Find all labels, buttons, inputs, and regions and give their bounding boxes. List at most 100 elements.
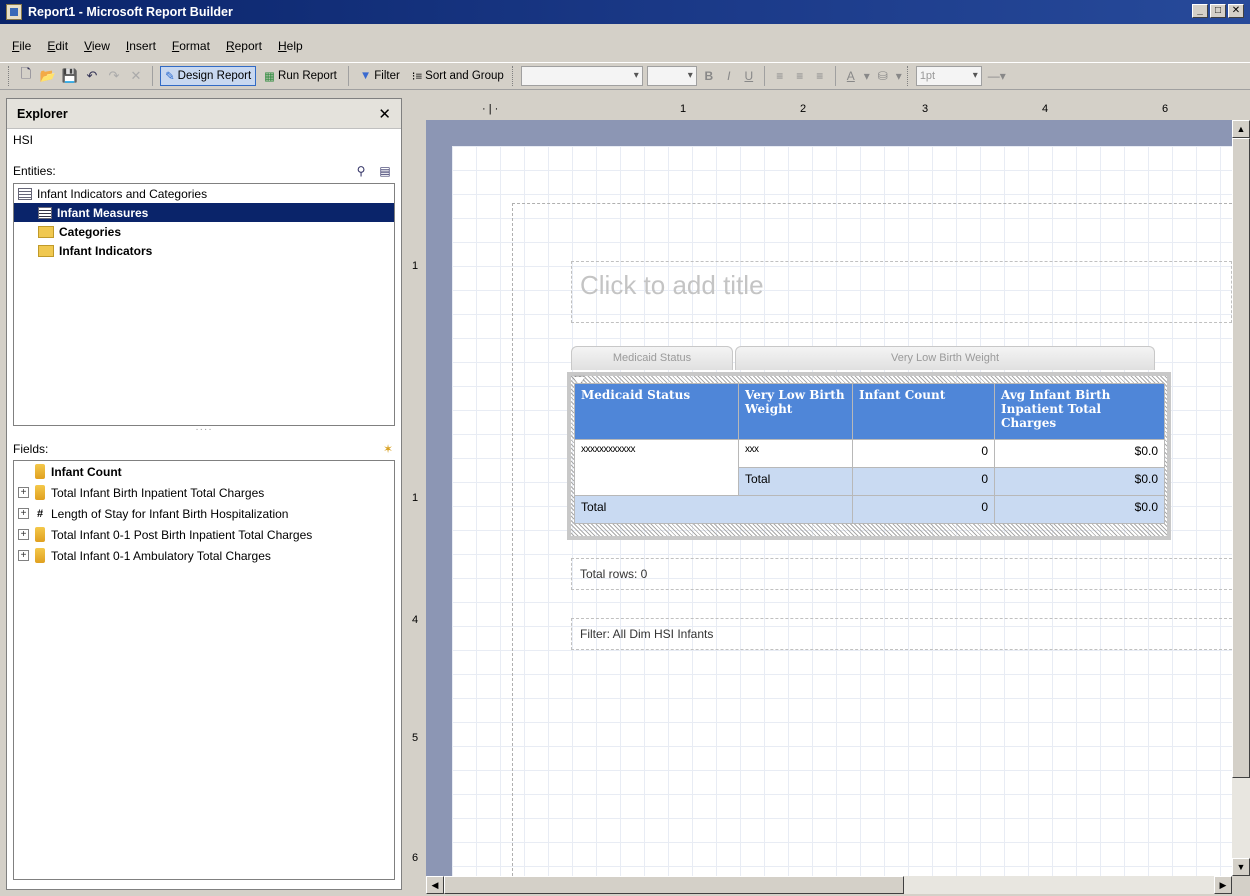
delete-icon[interactable]: ✕ [127, 67, 145, 85]
menu-edit[interactable]: Edit [39, 39, 76, 53]
expand-icon[interactable]: + [18, 550, 29, 561]
table-cell[interactable]: xxx [738, 439, 853, 468]
entities-label: Entities: [13, 164, 56, 178]
new-field-icon[interactable]: ✶ [383, 442, 393, 456]
scroll-down-icon[interactable]: ▼ [1232, 858, 1250, 876]
resize-grip[interactable] [1232, 876, 1250, 896]
filter-button[interactable]: ▼ Filter [356, 68, 404, 84]
align-left-icon[interactable]: ≡ [772, 69, 788, 83]
field-item[interactable]: + Total Infant Birth Inpatient Total Cha… [14, 482, 394, 503]
italic-icon[interactable]: I [721, 69, 737, 83]
toolbar-grip[interactable] [8, 66, 11, 86]
design-report-label: Design Report [177, 70, 252, 82]
bold-icon[interactable]: B [701, 69, 717, 83]
header-cell[interactable]: Very Low Birth Weight [738, 383, 853, 440]
table-cell[interactable]: $0.0 [994, 467, 1165, 496]
table-cell[interactable]: $0.0 [994, 439, 1165, 468]
save-icon[interactable]: 💾 [61, 67, 79, 85]
menu-help[interactable]: Help [270, 39, 311, 53]
panel-splitter[interactable]: ···· [7, 425, 401, 438]
vertical-scroll-thumb[interactable] [1232, 138, 1250, 778]
ruler-label: 1 [411, 260, 419, 272]
sort-group-icon: ⁝≡ [411, 71, 423, 83]
sort-and-group-button[interactable]: ⁝≡ Sort and Group [408, 67, 508, 85]
field-item[interactable]: + Total Infant 0-1 Ambulatory Total Char… [14, 545, 394, 566]
expand-icon[interactable]: + [18, 487, 29, 498]
design-report-button[interactable]: ✎ Design Report [160, 66, 257, 86]
total-rows-textbox[interactable]: Total rows: 0 [571, 558, 1232, 590]
font-name-combo[interactable] [520, 66, 643, 86]
redo-icon[interactable]: ↷ [105, 67, 123, 85]
line-style-icon[interactable]: —▾ [986, 69, 1008, 83]
aggregate-field-icon [35, 464, 45, 479]
toolbar-grip[interactable] [511, 66, 515, 86]
entity-properties-icon[interactable]: ▤ [377, 163, 393, 179]
numeric-field-icon: # [36, 507, 44, 520]
scroll-up-icon[interactable]: ▲ [1232, 120, 1250, 138]
menu-report[interactable]: Report [218, 39, 270, 53]
table-cell[interactable]: 0 [852, 439, 995, 468]
fill-color-dropdown-icon[interactable]: ▾ [895, 69, 903, 83]
entity-infant-indicators[interactable]: Infant Indicators [14, 241, 394, 260]
entity-categories[interactable]: Categories [14, 222, 394, 241]
aggregate-field-icon [35, 485, 45, 500]
table-cell[interactable]: $0.0 [994, 495, 1165, 524]
menu-view[interactable]: View [76, 39, 118, 53]
line-width-combo[interactable]: 1pt [915, 66, 982, 86]
search-icon[interactable]: ⚲ [353, 163, 369, 179]
fields-list: Infant Count + Total Infant Birth Inpati… [13, 460, 395, 880]
header-cell[interactable]: Infant Count [852, 383, 995, 440]
minimize-button[interactable]: _ [1192, 4, 1208, 18]
align-center-icon[interactable]: ≡ [792, 69, 808, 83]
menu-file[interactable]: File [4, 39, 39, 53]
underline-icon[interactable]: U [741, 69, 757, 83]
field-item[interactable]: + Total Infant 0-1 Post Birth Inpatient … [14, 524, 394, 545]
column-group-header[interactable]: Very Low Birth Weight [735, 346, 1155, 370]
scroll-right-icon[interactable]: ▶ [1214, 876, 1232, 894]
header-cell[interactable]: Medicaid Status [574, 383, 739, 440]
entity-infant-measures[interactable]: Infant Measures [14, 203, 394, 222]
font-color-icon[interactable]: A [843, 69, 859, 83]
table-cell[interactable]: xxxxxxxxxxxx [574, 439, 739, 496]
scroll-left-icon[interactable]: ◀ [426, 876, 444, 894]
field-item[interactable]: Infant Count [14, 461, 394, 482]
fill-color-icon[interactable]: ⛁ [875, 69, 891, 83]
table-cell[interactable]: 0 [852, 467, 995, 496]
run-report-button[interactable]: ▦ Run Report [260, 67, 341, 85]
entity-root[interactable]: Infant Indicators and Categories [14, 184, 394, 203]
report-page[interactable]: Click to add title Medicaid Status Very … [452, 146, 1232, 876]
expand-icon[interactable]: + [18, 508, 29, 519]
new-report-icon[interactable]: 🗋 [17, 66, 35, 85]
header-cell[interactable]: Avg Infant Birth Inpatient Total Charges [994, 383, 1165, 440]
design-surface[interactable]: Click to add title Medicaid Status Very … [426, 120, 1232, 876]
horizontal-scroll-thumb[interactable] [444, 876, 904, 894]
horizontal-scrollbar[interactable]: ◀ ▶ [426, 876, 1232, 894]
row-group-header[interactable]: Medicaid Status [571, 346, 733, 370]
open-folder-icon[interactable]: 📂 [39, 67, 57, 85]
align-right-icon[interactable]: ≡ [812, 69, 828, 83]
table-cell[interactable]: Total [574, 495, 853, 524]
menu-insert[interactable]: Insert [118, 39, 164, 53]
expander-spacer [18, 466, 29, 477]
table-row: xxxxxxxxxxxx xxx 0 $0.0 [574, 439, 1165, 496]
undo-icon[interactable]: ↶ [83, 67, 101, 85]
close-icon[interactable]: ✕ [378, 105, 391, 123]
toolbar-grip[interactable] [906, 66, 910, 86]
font-size-combo[interactable] [646, 66, 697, 86]
table-cell[interactable]: Total [738, 467, 853, 496]
table-row: Total 0 $0.0 [574, 495, 1165, 524]
close-window-button[interactable]: ✕ [1228, 4, 1244, 18]
expand-icon[interactable]: + [18, 529, 29, 540]
report-title-placeholder[interactable]: Click to add title [571, 261, 1232, 323]
field-item[interactable]: + # Length of Stay for Infant Birth Hosp… [14, 503, 394, 524]
tablix-matrix[interactable]: Medicaid Status Very Low Birth Weight In… [567, 372, 1171, 540]
vertical-scrollbar[interactable]: ▲ ▼ [1232, 120, 1250, 876]
field-label: Total Infant 0-1 Ambulatory Total Charge… [51, 548, 271, 563]
filter-textbox[interactable]: Filter: All Dim HSI Infants [571, 618, 1232, 650]
table-header-row: Medicaid Status Very Low Birth Weight In… [574, 383, 1165, 440]
ruler-label: 1 [411, 492, 419, 504]
table-cell[interactable]: 0 [852, 495, 995, 524]
maximize-button[interactable]: □ [1210, 4, 1226, 18]
menu-format[interactable]: Format [164, 39, 218, 53]
font-color-dropdown-icon[interactable]: ▾ [863, 69, 871, 83]
